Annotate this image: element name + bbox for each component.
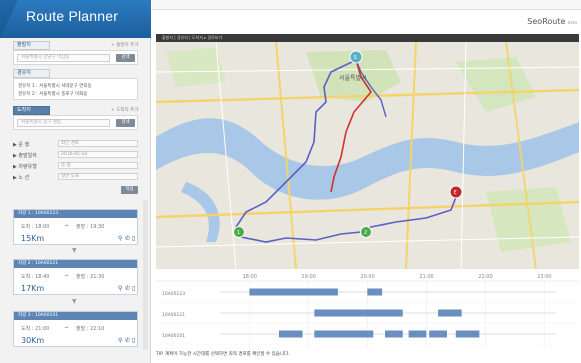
vehicle-distance: 17Km bbox=[21, 284, 45, 293]
vehicle-distance: 30Km bbox=[21, 336, 45, 345]
phone-icon[interactable]: ✆ bbox=[125, 235, 130, 242]
pin-icon[interactable]: ⚲ bbox=[118, 235, 122, 242]
schedule-bar[interactable] bbox=[314, 309, 403, 317]
date-select[interactable]: 2016-05-18 bbox=[58, 151, 138, 158]
option-route: ▶ 운 행 bbox=[13, 142, 30, 148]
vehicle-type-select[interactable]: 승 용 bbox=[58, 162, 138, 169]
app-title: Route Planner bbox=[26, 8, 119, 24]
schedule-bar[interactable] bbox=[408, 330, 427, 338]
road-select[interactable]: 일반 도로 bbox=[58, 173, 138, 180]
waypoint-tag: 경유지 bbox=[13, 69, 50, 78]
time-tick-label: 22:00 bbox=[478, 274, 492, 280]
vehicle-id: 차량 1 : 10A00123 bbox=[14, 210, 137, 218]
arrow-icon: → bbox=[64, 325, 69, 331]
start-tag: 출발지 bbox=[13, 41, 50, 50]
time-tick-label: 20:00 bbox=[360, 274, 374, 280]
route-planner-app: Route Planner 출발지 + 출발지 추가 서울특별시 강남구 역삼동… bbox=[0, 0, 581, 363]
timeline-canvas: 18:00 19:00 20:00 21:00 22:00 23:00 10A00123 10… bbox=[156, 274, 579, 348]
schedule-bar[interactable] bbox=[438, 309, 462, 317]
timeline-row-label: 10A00121 bbox=[162, 312, 185, 318]
schedule-bar[interactable] bbox=[385, 330, 403, 338]
waypoint-item[interactable]: 경유지 2 : 서울특별시 종로구 이화동 bbox=[18, 91, 88, 97]
chevron-down-icon: ▼ bbox=[72, 298, 77, 305]
arrow-icon: → bbox=[64, 223, 69, 229]
destination-input[interactable]: 서울특별시 중구 명동 bbox=[17, 119, 110, 127]
vehicle-depart: 도착 : 21:00 bbox=[21, 326, 50, 332]
device-icon[interactable]: ▯ bbox=[132, 235, 135, 242]
vehicle-distance: 15Km bbox=[21, 234, 45, 243]
svg-text:2: 2 bbox=[364, 230, 367, 236]
svg-text:S: S bbox=[354, 55, 357, 61]
breadcrumb: 출발지 | 경유지 | 도착지 ▸ 경로보기 bbox=[156, 34, 579, 42]
destination-tag: 도착지 bbox=[13, 106, 50, 115]
main-area: SeoRoute beta 출발지 | 경유지 | 도착지 ▸ 경로보기 서울특… bbox=[152, 0, 581, 363]
svg-text:E: E bbox=[454, 190, 457, 196]
option-road: ▶ 노 선 bbox=[13, 175, 30, 181]
pin-icon[interactable]: ⚲ bbox=[118, 285, 122, 292]
marker-waypoint-1[interactable]: 1 bbox=[233, 226, 245, 238]
destination-search-button[interactable]: 검색 bbox=[116, 119, 135, 127]
device-icon[interactable]: ▯ bbox=[132, 337, 135, 344]
chevron-down-icon: ▼ bbox=[72, 247, 77, 254]
add-destination-link[interactable]: + 도착지 추가 bbox=[111, 107, 138, 113]
destination-box: 서울특별시 중구 명동 검색 bbox=[13, 115, 138, 130]
phone-icon[interactable]: ✆ bbox=[125, 337, 130, 344]
top-strip bbox=[152, 0, 581, 10]
vehicle-arrive: 출발 : 21:30 bbox=[76, 274, 105, 280]
vehicle-card[interactable]: 차량 2 : 10A00121 도착 : 18:40 → 출발 : 21:30 … bbox=[13, 259, 138, 295]
svg-text:1: 1 bbox=[237, 230, 240, 236]
route-map[interactable]: 서울특별시 S 1 2 E bbox=[156, 42, 579, 269]
app-header: Route Planner bbox=[0, 0, 151, 38]
arrow-icon: → bbox=[64, 273, 69, 279]
timeline-row-label: 10A00123 bbox=[162, 291, 185, 297]
start-search-button[interactable]: 검색 bbox=[116, 54, 135, 62]
time-tick-label: 21:00 bbox=[419, 274, 433, 280]
left-panel: Route Planner 출발지 + 출발지 추가 서울특별시 강남구 역삼동… bbox=[0, 0, 151, 363]
vehicle-arrive: 출발 : 19:30 bbox=[76, 224, 105, 230]
pin-icon[interactable]: ⚲ bbox=[118, 337, 122, 344]
scrollbar[interactable] bbox=[143, 200, 148, 350]
schedule-bar[interactable] bbox=[278, 330, 303, 338]
vehicle-depart: 도착 : 18:00 bbox=[21, 224, 50, 230]
vehicle-card[interactable]: 차량 3 : 10A00101 도착 : 21:00 → 출발 : 22:10 … bbox=[13, 311, 138, 347]
phone-icon[interactable]: ✆ bbox=[125, 285, 130, 292]
option-date: ▶ 출발일자 bbox=[13, 153, 37, 159]
add-start-link[interactable]: + 출발지 추가 bbox=[111, 42, 138, 48]
vehicle-depart: 도착 : 18:40 bbox=[21, 274, 50, 280]
footer-note: TIP. 계획이 가능한 시간대를 선택하면 최적 경로를 확인할 수 있습니다… bbox=[156, 352, 290, 357]
schedule-bar[interactable] bbox=[314, 330, 374, 338]
map-canvas[interactable]: 서울특별시 S 1 2 E bbox=[156, 42, 579, 269]
time-tick-label: 23:00 bbox=[537, 274, 551, 280]
time-tick-label: 19:00 bbox=[301, 274, 315, 280]
brand-logo: SeoRoute beta bbox=[527, 17, 577, 26]
start-box: 서울특별시 강남구 역삼동 검색 bbox=[13, 50, 138, 65]
vehicle-id: 차량 3 : 10A00101 bbox=[14, 312, 137, 320]
vehicle-arrive: 출발 : 22:10 bbox=[76, 326, 105, 332]
schedule-bar[interactable] bbox=[455, 330, 480, 338]
waypoint-item[interactable]: 경유지 1 : 서울특별시 서대문구 연희동 bbox=[18, 83, 92, 89]
marker-waypoint-2[interactable]: 2 bbox=[360, 226, 372, 238]
marker-end[interactable]: E bbox=[449, 185, 463, 199]
vehicle-card[interactable]: 차량 1 : 10A00123 도착 : 18:00 → 출발 : 19:30 … bbox=[13, 209, 138, 245]
device-icon[interactable]: ▯ bbox=[132, 285, 135, 292]
schedule-bar[interactable] bbox=[367, 288, 383, 296]
apply-button[interactable]: 적용 bbox=[121, 186, 138, 194]
marker-start[interactable]: S bbox=[349, 50, 363, 64]
start-input[interactable]: 서울특별시 강남구 역삼동 bbox=[17, 54, 110, 62]
vehicle-id: 차량 2 : 10A00121 bbox=[14, 260, 137, 268]
schedule-timeline: 18:00 19:00 20:00 21:00 22:00 23:00 10A00123 10… bbox=[156, 270, 579, 348]
time-tick-label: 18:00 bbox=[242, 274, 256, 280]
schedule-bar[interactable] bbox=[249, 288, 338, 296]
option-vehicle: ▶ 차량유형 bbox=[13, 164, 37, 170]
schedule-bar[interactable] bbox=[429, 330, 447, 338]
waypoint-box: 경유지 1 : 서울특별시 서대문구 연희동 경유지 2 : 서울특별시 종로구… bbox=[13, 78, 138, 100]
timeline-row-label: 10A00101 bbox=[162, 333, 185, 339]
district-label: 서울특별시 bbox=[339, 74, 367, 82]
header-accent bbox=[0, 0, 18, 38]
route-select[interactable]: 최단 경로 bbox=[58, 140, 138, 147]
